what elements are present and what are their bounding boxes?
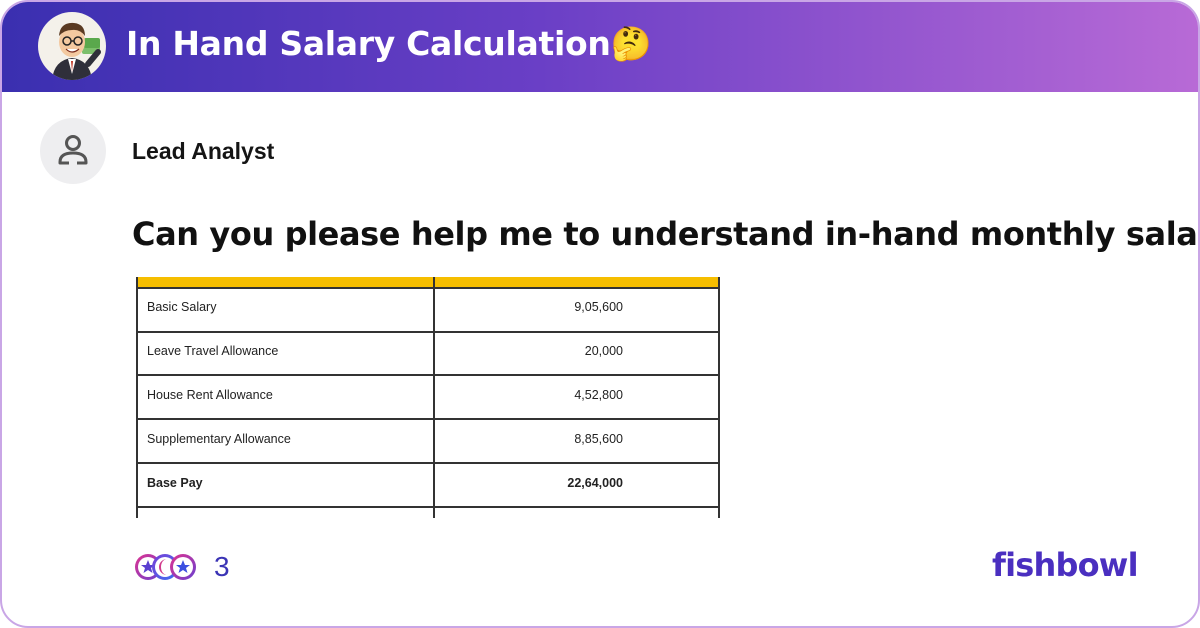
table-border bbox=[136, 287, 720, 289]
table-row-value: 4,52,800 bbox=[574, 388, 623, 402]
table-border bbox=[136, 277, 138, 518]
table-row-value: 20,000 bbox=[584, 344, 623, 358]
post-title[interactable]: Can you please help me to understand in-… bbox=[132, 215, 1198, 253]
reaction-count[interactable]: 3 bbox=[214, 551, 230, 583]
bowl-header: In Hand Salary Calculation🤔 bbox=[2, 2, 1198, 92]
table-border bbox=[136, 462, 720, 464]
reaction-icons bbox=[135, 554, 196, 580]
table-total-value: 22,64,000 bbox=[567, 476, 623, 490]
table-row-label: Supplementary Allowance bbox=[147, 432, 291, 446]
table-total-label: Base Pay bbox=[147, 476, 203, 490]
fishbowl-logo[interactable]: fishbowl bbox=[992, 546, 1139, 584]
bowl-avatar[interactable] bbox=[38, 12, 106, 80]
person-icon bbox=[58, 135, 88, 165]
table-border bbox=[433, 277, 435, 518]
table-border bbox=[136, 418, 720, 420]
businessman-icon bbox=[52, 22, 101, 80]
table-row-label: Leave Travel Allowance bbox=[147, 344, 279, 358]
table-border bbox=[136, 506, 720, 508]
post-card: In Hand Salary Calculation🤔 Lead Analyst… bbox=[0, 0, 1200, 628]
table-row-value: 9,05,600 bbox=[574, 300, 623, 314]
author-avatar[interactable] bbox=[40, 118, 106, 184]
table-row-value: 8,85,600 bbox=[574, 432, 623, 446]
reactions[interactable] bbox=[132, 551, 200, 583]
table-border bbox=[136, 331, 720, 333]
bowl-title[interactable]: In Hand Salary Calculation🤔 bbox=[126, 24, 652, 64]
author-title[interactable]: Lead Analyst bbox=[132, 138, 274, 165]
table-row-label: Basic Salary bbox=[147, 300, 217, 314]
salary-table-image: Basic Salary 9,05,600 Leave Travel Allow… bbox=[136, 277, 720, 518]
table-row-label: House Rent Allowance bbox=[147, 388, 273, 402]
table-border bbox=[718, 277, 720, 518]
table-border bbox=[136, 374, 720, 376]
star-reaction-icon bbox=[170, 554, 196, 580]
